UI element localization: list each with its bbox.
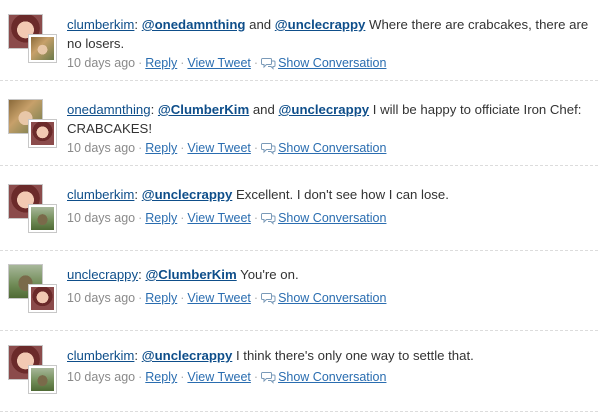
- avatar-stack: [8, 14, 58, 64]
- view-tweet-link[interactable]: View Tweet: [187, 56, 250, 70]
- timestamp: 10 days ago: [67, 211, 136, 225]
- show-conversation-link[interactable]: Show Conversation: [278, 141, 386, 155]
- separator: ·: [253, 56, 259, 70]
- reply-link[interactable]: Reply: [145, 141, 177, 155]
- reply-link[interactable]: Reply: [145, 56, 177, 70]
- separator: ·: [180, 370, 185, 384]
- author-link[interactable]: clumberkim: [67, 17, 134, 32]
- tweet-item: clumberkim: @unclecrappy Excellent. I do…: [0, 170, 598, 251]
- tweet-meta: 10 days ago · Reply · View Tweet · Show Conver…: [67, 290, 597, 309]
- view-tweet-link[interactable]: View Tweet: [187, 141, 250, 155]
- separator: ·: [253, 291, 259, 305]
- show-conversation-link[interactable]: Show Conversation: [278, 56, 386, 70]
- show-conversation-link[interactable]: Show Conversation: [278, 291, 386, 305]
- avatar-stack: [8, 99, 58, 149]
- text-fragment: I think there's only one way to settle t…: [232, 348, 474, 363]
- speech-bubble-icon: [261, 371, 276, 388]
- separator: ·: [138, 211, 143, 225]
- avatar-secondary[interactable]: [28, 365, 57, 394]
- avatar-stack: [8, 264, 58, 314]
- separator: ·: [253, 141, 259, 155]
- timestamp: 10 days ago: [67, 56, 136, 70]
- text-fragment: :: [150, 102, 158, 117]
- separator: ·: [253, 211, 259, 225]
- tweet-text: clumberkim: @unclecrappy I think there's…: [67, 346, 597, 365]
- separator: ·: [180, 141, 185, 155]
- avatar-secondary[interactable]: [28, 284, 57, 313]
- separator: ·: [138, 56, 143, 70]
- text-fragment: :: [134, 187, 142, 202]
- text-fragment: Excellent. I don't see how I can lose.: [232, 187, 449, 202]
- speech-bubble-icon: [261, 212, 276, 229]
- separator: ·: [180, 211, 185, 225]
- avatar-secondary[interactable]: [28, 119, 57, 148]
- avatar-stack: [8, 345, 58, 395]
- tweet-item: clumberkim: @unclecrappy I think there's…: [0, 331, 598, 412]
- tweet-text: clumberkim: @unclecrappy Excellent. I do…: [67, 185, 597, 204]
- author-link[interactable]: unclecrappy: [67, 267, 138, 282]
- speech-bubble-icon: [261, 57, 276, 74]
- tweet-text: unclecrappy: @ClumberKim You're on.: [67, 265, 597, 284]
- text-fragment: :: [134, 17, 142, 32]
- separator: ·: [138, 370, 143, 384]
- text-fragment: and: [249, 102, 279, 117]
- author-link[interactable]: clumberkim: [67, 348, 134, 363]
- tweet-text: onedamnthing: @ClumberKim and @unclecrap…: [67, 100, 597, 138]
- reply-link[interactable]: Reply: [145, 370, 177, 384]
- reply-link[interactable]: Reply: [145, 211, 177, 225]
- mention-link[interactable]: @unclecrappy: [142, 348, 233, 363]
- show-conversation-link[interactable]: Show Conversation: [278, 370, 386, 384]
- tweet-meta: 10 days ago · Reply · View Tweet · Show Conver…: [67, 369, 597, 388]
- speech-bubble-icon: [261, 142, 276, 159]
- view-tweet-link[interactable]: View Tweet: [187, 370, 250, 384]
- separator: ·: [138, 291, 143, 305]
- avatar-secondary[interactable]: [28, 204, 57, 233]
- tweet-text: clumberkim: @onedamnthing and @unclecrap…: [67, 15, 597, 53]
- separator: ·: [180, 291, 185, 305]
- tweet-feed: clumberkim: @onedamnthing and @unclecrap…: [0, 0, 605, 418]
- reply-link[interactable]: Reply: [145, 291, 177, 305]
- show-conversation-link[interactable]: Show Conversation: [278, 211, 386, 225]
- mention-link[interactable]: @unclecrappy: [279, 102, 370, 117]
- mention-link[interactable]: @onedamnthing: [142, 17, 246, 32]
- mention-link[interactable]: @ClumberKim: [145, 267, 236, 282]
- tweet-item: onedamnthing: @ClumberKim and @unclecrap…: [0, 85, 598, 166]
- speech-bubble-icon: [261, 292, 276, 309]
- text-fragment: and: [245, 17, 275, 32]
- text-fragment: You're on.: [236, 267, 299, 282]
- view-tweet-link[interactable]: View Tweet: [187, 211, 250, 225]
- author-link[interactable]: onedamnthing: [67, 102, 151, 117]
- tweet-meta: 10 days ago · Reply · View Tweet · Show Conver…: [67, 210, 597, 229]
- separator: ·: [138, 141, 143, 155]
- separator: ·: [180, 56, 185, 70]
- avatar-secondary[interactable]: [28, 34, 57, 63]
- tweet-meta: 10 days ago · Reply · View Tweet · Show Conver…: [67, 140, 597, 159]
- tweet-item: clumberkim: @onedamnthing and @unclecrap…: [0, 0, 598, 81]
- tweet-item: unclecrappy: @ClumberKim You're on. 10 d…: [0, 250, 598, 331]
- mention-link[interactable]: @ClumberKim: [158, 102, 249, 117]
- separator: ·: [253, 370, 259, 384]
- timestamp: 10 days ago: [67, 141, 136, 155]
- author-link[interactable]: clumberkim: [67, 187, 134, 202]
- text-fragment: :: [134, 348, 142, 363]
- view-tweet-link[interactable]: View Tweet: [187, 291, 250, 305]
- timestamp: 10 days ago: [67, 291, 136, 305]
- tweet-meta: 10 days ago · Reply · View Tweet · Show Conver…: [67, 55, 597, 74]
- mention-link[interactable]: @unclecrappy: [275, 17, 366, 32]
- timestamp: 10 days ago: [67, 370, 136, 384]
- mention-link[interactable]: @unclecrappy: [142, 187, 233, 202]
- avatar-stack: [8, 184, 58, 234]
